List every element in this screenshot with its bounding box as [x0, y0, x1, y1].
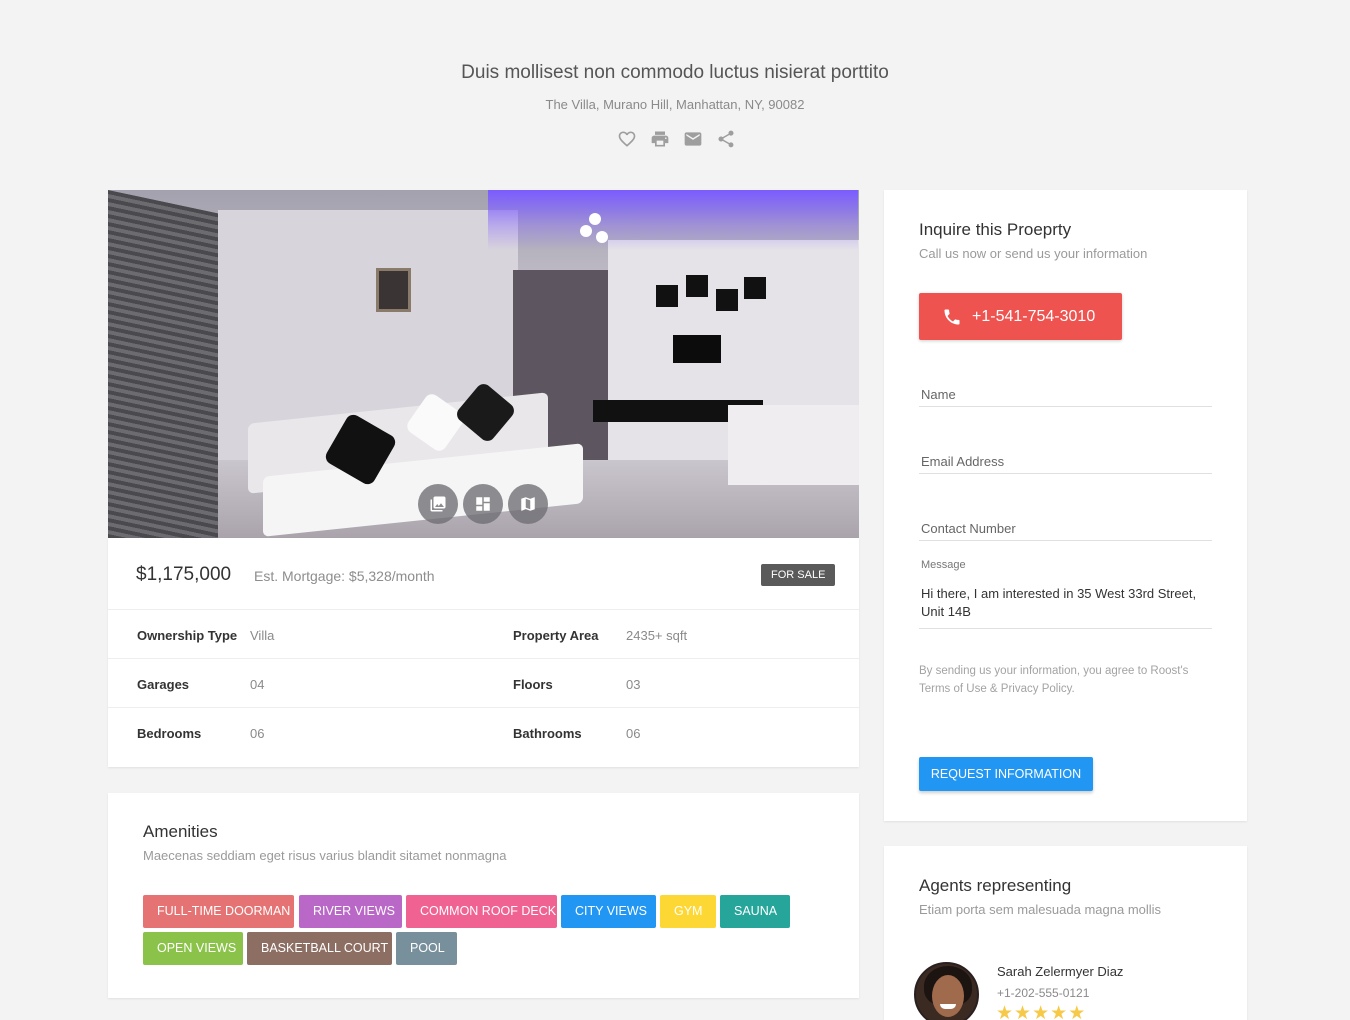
email-button[interactable] — [683, 129, 703, 149]
property-label: Bathrooms — [513, 726, 582, 741]
contact-number-input[interactable] — [919, 516, 1212, 540]
mortgage-estimate: Est. Mortgage: $5,328/month — [254, 568, 435, 584]
agents-card: Agents representing Etiam porta sem male… — [884, 846, 1247, 1020]
heart-icon — [618, 131, 636, 147]
star-icon: ★ — [1050, 1003, 1068, 1020]
photo-window-blinds — [108, 190, 218, 538]
mail-icon — [684, 132, 702, 146]
map-icon — [521, 497, 535, 511]
agent-phone: +1-202-555-0121 — [997, 986, 1090, 1000]
amenity-tag[interactable]: SAUNA — [720, 895, 790, 928]
map-button[interactable] — [508, 484, 548, 524]
inquiry-card: Inquire this Proeprty Call us now or sen… — [884, 190, 1247, 821]
phone-number: +1-541-754-3010 — [972, 307, 1096, 325]
name-field-wrapper — [919, 382, 1212, 407]
agent-rating: ★ ★ ★ ★ ★ — [996, 1004, 1085, 1020]
amenity-tag[interactable]: RIVER VIEWS — [299, 895, 402, 928]
property-row: Garages 04 Floors 03 — [108, 659, 859, 708]
photo-wall-frame — [376, 268, 411, 312]
amenity-tag[interactable]: COMMON ROOF DECK — [406, 895, 557, 928]
agents-title: Agents representing — [919, 876, 1072, 895]
message-textarea[interactable]: Hi there, I am interested in 35 West 33r… — [921, 585, 1211, 621]
amenities-title: Amenities — [143, 822, 218, 841]
request-information-button[interactable]: REQUEST INFORMATION — [919, 757, 1093, 791]
photo-shelves — [656, 275, 768, 315]
property-address: The Villa, Murano Hill, Manhattan, NY, 9… — [545, 97, 805, 112]
property-value: 06 — [250, 726, 265, 741]
property-details-card: $1,175,000 Est. Mortgage: $5,328/month F… — [108, 538, 859, 767]
floorplan-button[interactable] — [463, 484, 503, 524]
name-input[interactable] — [919, 382, 1212, 406]
inquiry-title: Inquire this Proeprty — [919, 220, 1072, 239]
photos-button[interactable] — [418, 484, 458, 524]
property-label: Property Area — [513, 628, 599, 643]
star-icon: ★ — [1014, 1003, 1032, 1020]
photo-table — [728, 405, 859, 485]
price-row: $1,175,000 Est. Mortgage: $5,328/month F… — [108, 538, 859, 610]
amenities-card: Amenities Maecenas seddiam eget risus va… — [108, 793, 859, 998]
star-icon: ★ — [1032, 1003, 1050, 1020]
status-badge: FOR SALE — [761, 564, 836, 586]
amenity-tag[interactable]: OPEN VIEWS — [143, 932, 243, 965]
property-value: 03 — [626, 677, 641, 692]
share-button[interactable] — [716, 129, 736, 149]
favorite-button[interactable] — [617, 129, 637, 149]
print-button[interactable] — [650, 129, 670, 149]
property-label: Bedrooms — [137, 726, 202, 741]
agent-name[interactable]: Sarah Zelermyer Diaz — [997, 964, 1123, 979]
property-label: Ownership Type — [137, 628, 238, 643]
photo-tv — [673, 335, 721, 363]
property-value: 06 — [626, 726, 641, 741]
message-label: Message — [921, 559, 966, 571]
amenity-tag[interactable]: POOL — [396, 932, 457, 965]
photo-ceiling-light — [488, 190, 858, 250]
photo-chandelier — [580, 205, 610, 250]
inquiry-subtitle: Call us now or send us your information — [919, 246, 1148, 261]
amenity-tag[interactable]: FULL-TIME DOORMAN — [143, 895, 294, 928]
star-icon: ★ — [1068, 1003, 1086, 1020]
star-icon: ★ — [996, 1003, 1014, 1020]
photo-library-icon — [430, 496, 446, 512]
gallery-controls — [418, 484, 548, 524]
phone-icon — [944, 309, 960, 324]
contact-field-wrapper — [919, 516, 1212, 541]
property-row: Ownership Type Villa Property Area 2435+… — [108, 610, 859, 659]
listing-actions — [617, 129, 736, 149]
email-input[interactable] — [919, 449, 1212, 473]
amenity-tag[interactable]: BASKETBALL COURT — [247, 932, 392, 965]
call-button[interactable]: +1-541-754-3010 — [919, 293, 1122, 340]
listing-price: $1,175,000 — [136, 564, 232, 585]
property-label: Floors — [513, 677, 553, 692]
print-icon — [651, 131, 669, 147]
property-value: 2435+ sqft — [626, 628, 688, 643]
property-label: Garages — [137, 677, 190, 692]
page-title: Duis mollisest non commodo luctus nisier… — [461, 62, 889, 83]
share-icon — [718, 130, 734, 148]
message-underline — [919, 628, 1212, 629]
dashboard-icon — [476, 497, 490, 511]
amenity-tag[interactable]: CITY VIEWS — [561, 895, 656, 928]
property-value: 04 — [250, 677, 265, 692]
terms-notice: By sending us your information, you agre… — [919, 665, 1189, 695]
amenity-tag[interactable]: GYM — [660, 895, 716, 928]
amenities-subtitle: Maecenas seddiam eget risus varius bland… — [143, 848, 507, 863]
email-field-wrapper — [919, 449, 1212, 474]
property-value: Villa — [250, 628, 275, 643]
property-row: Bedrooms 06 Bathrooms 06 — [108, 708, 859, 757]
agents-subtitle: Etiam porta sem malesuada magna mollis — [919, 902, 1162, 917]
agent-avatar[interactable] — [914, 962, 979, 1020]
